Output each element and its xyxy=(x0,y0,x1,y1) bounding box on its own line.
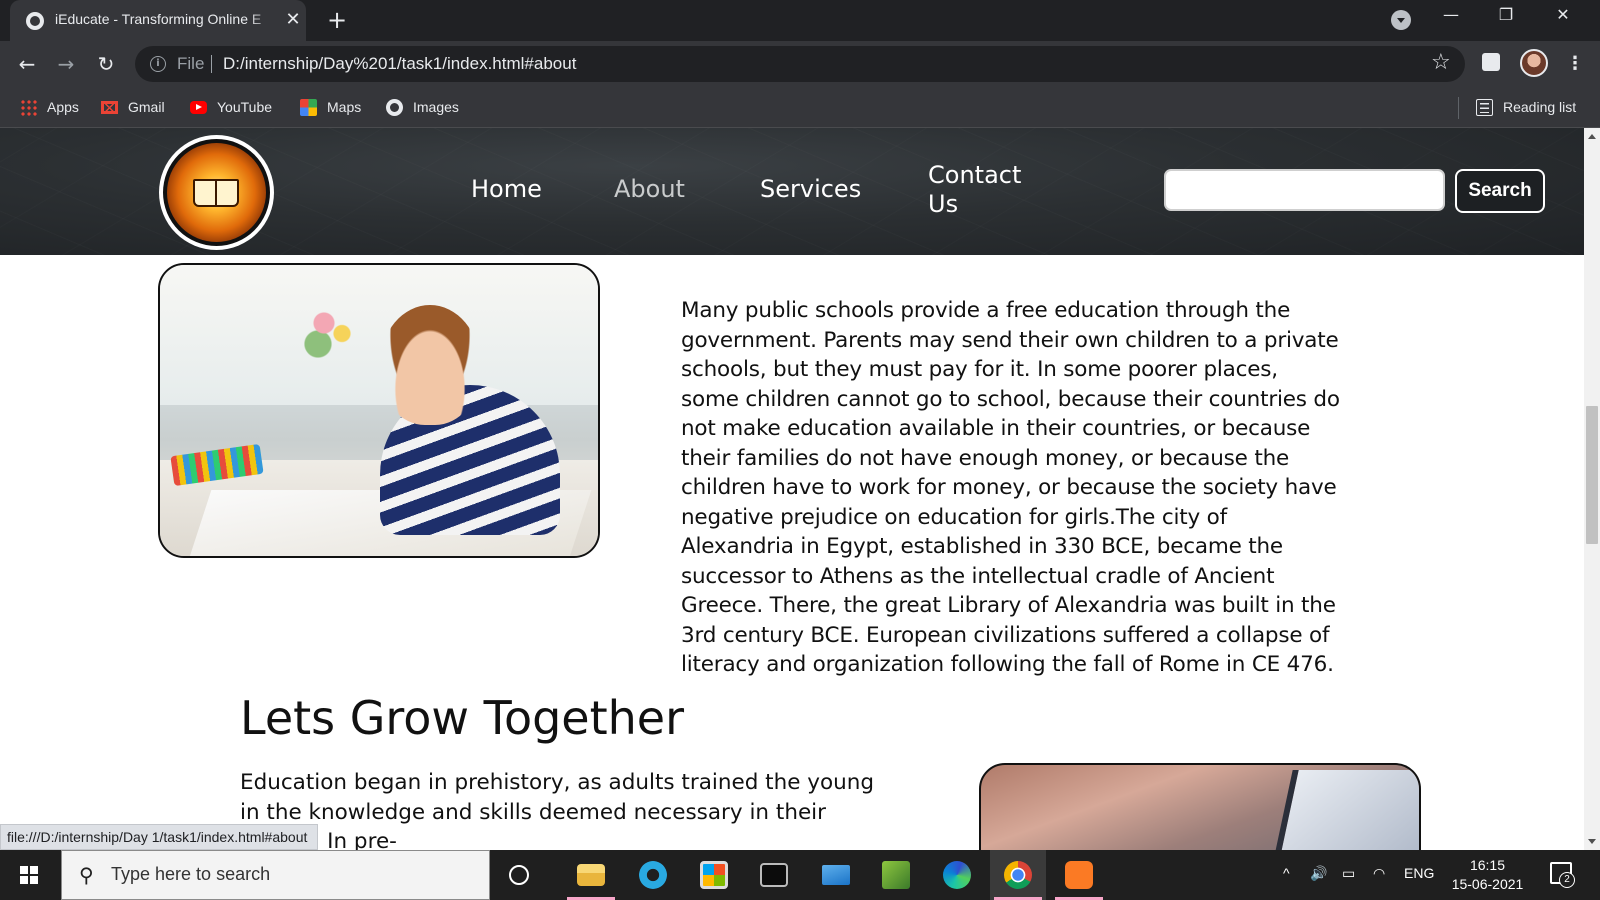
nav-home[interactable]: Home xyxy=(471,175,542,203)
online-learning-image xyxy=(979,763,1421,850)
bookmark-label: Images xyxy=(413,99,459,115)
tray-chevron-icon[interactable]: ^ xyxy=(1283,865,1290,881)
notification-count-badge: 2 xyxy=(1559,872,1575,888)
battery-icon[interactable]: ▭ xyxy=(1342,865,1355,882)
store-bag-icon xyxy=(700,861,728,889)
browser-menu-button[interactable]: ⋮ xyxy=(1565,51,1585,77)
bookmark-label: Apps xyxy=(47,99,79,115)
globe-icon xyxy=(26,12,44,30)
india-paragraph: Many public schools provide a free educa… xyxy=(681,298,1340,677)
bookmarks-bar: Apps Gmail YouTube Maps Images Reading l… xyxy=(0,87,1600,128)
mail-app[interactable] xyxy=(808,850,864,900)
wifi-icon[interactable]: ◠ xyxy=(1373,865,1385,882)
nav-contact[interactable]: Contact Us xyxy=(928,161,1021,219)
tab-search-button[interactable] xyxy=(1391,10,1411,30)
internet-explorer-icon xyxy=(639,861,667,889)
forward-button[interactable]: → xyxy=(52,50,80,78)
terminal-icon xyxy=(760,863,788,887)
tab-close-button[interactable]: ✕ xyxy=(283,9,303,31)
paint-app[interactable] xyxy=(868,850,924,900)
profile-avatar[interactable] xyxy=(1520,49,1548,77)
bookmark-label: YouTube xyxy=(217,99,273,115)
maps-icon xyxy=(300,99,317,116)
minimize-button[interactable]: — xyxy=(1428,5,1474,35)
reading-list-icon xyxy=(1476,99,1493,116)
link-status-bubble: file:///D:/internship/Day 1/task1/index.… xyxy=(0,824,319,850)
scroll-up-arrow[interactable] xyxy=(1588,134,1596,139)
maximize-button[interactable]: ❐ xyxy=(1483,5,1529,35)
xampp-icon xyxy=(1065,861,1093,889)
browser-toolbar: ← → ↻ i File D:/internship/Day%201/task1… xyxy=(0,41,1600,87)
reload-button[interactable]: ↻ xyxy=(92,50,120,78)
site-search-button[interactable]: Search xyxy=(1455,169,1545,213)
scroll-thumb[interactable] xyxy=(1586,406,1598,544)
taskbar-search-placeholder: Type here to search xyxy=(111,864,271,884)
search-icon: ⚲ xyxy=(79,863,94,887)
apps-grid-icon xyxy=(20,99,37,116)
windows-taskbar: ⚲ Type here to search ^ 🔊 ▭ ◠ ENG 16:15 … xyxy=(0,850,1600,900)
reading-list-label: Reading list xyxy=(1503,99,1577,115)
taskbar-search-box[interactable]: ⚲ Type here to search xyxy=(61,850,490,900)
bookmark-label: Maps xyxy=(327,99,362,115)
open-book-icon xyxy=(193,179,239,207)
windows-start-icon[interactable] xyxy=(20,866,38,884)
browser-tab-active[interactable]: iEducate - Transforming Online E ✕ xyxy=(10,0,306,41)
window-close-button[interactable]: ✕ xyxy=(1540,5,1586,35)
nav-about[interactable]: About xyxy=(614,175,685,203)
language-indicator[interactable]: ENG xyxy=(1404,865,1434,881)
edge-icon xyxy=(943,861,971,889)
chrome-app[interactable] xyxy=(990,850,1046,900)
gmail-icon xyxy=(101,101,118,114)
address-bar[interactable]: i File D:/internship/Day%201/task1/index… xyxy=(135,46,1465,82)
taskbar-clock[interactable]: 16:15 15-06-2021 xyxy=(1440,856,1535,894)
youtube-icon xyxy=(190,101,207,114)
folder-icon xyxy=(577,864,605,886)
bookmark-star-icon[interactable]: ☆ xyxy=(1431,50,1451,75)
nav-services[interactable]: Services xyxy=(760,175,861,203)
page-scrollbar[interactable] xyxy=(1584,128,1600,850)
nav-contact-line2: Us xyxy=(928,190,959,218)
info-icon[interactable]: i xyxy=(150,56,166,72)
volume-icon[interactable]: 🔊 xyxy=(1310,865,1327,882)
section-heading-grow: Lets Grow Together xyxy=(240,691,685,745)
internet-explorer-app[interactable] xyxy=(625,850,681,900)
clock-date: 15-06-2021 xyxy=(1451,876,1524,892)
boy-studying-image xyxy=(158,263,600,558)
site-header: Home About Services Contact Us Search xyxy=(0,128,1584,255)
tab-strip: iEducate - Transforming Online E ✕ + — ❐… xyxy=(0,0,1600,41)
bookmarks-divider xyxy=(1458,97,1459,119)
edge-app[interactable] xyxy=(929,850,985,900)
chrome-icon xyxy=(1004,861,1032,889)
site-search-input[interactable] xyxy=(1164,169,1445,211)
back-button[interactable]: ← xyxy=(13,50,41,78)
url-separator xyxy=(211,55,212,73)
mail-envelope-icon xyxy=(822,865,850,885)
bookmark-label: Gmail xyxy=(128,99,165,115)
tab-title: iEducate - Transforming Online E xyxy=(55,11,262,27)
xampp-app[interactable] xyxy=(1051,850,1107,900)
globe-icon xyxy=(386,99,403,116)
clock-time: 16:15 xyxy=(1469,857,1506,873)
new-tab-button[interactable]: + xyxy=(322,5,352,35)
cortana-icon[interactable] xyxy=(509,865,529,885)
site-logo[interactable] xyxy=(159,135,274,250)
grow-paragraph: Education began in prehistory, as adults… xyxy=(240,770,875,850)
scroll-down-arrow[interactable] xyxy=(1588,839,1596,844)
scheme-label: File xyxy=(177,54,205,73)
microsoft-store-app[interactable] xyxy=(686,850,742,900)
url-text[interactable]: D:/internship/Day%201/task1/index.html#a… xyxy=(223,54,576,74)
page-viewport: Home About Services Contact Us Search In… xyxy=(0,128,1584,850)
file-explorer-app[interactable] xyxy=(563,850,619,900)
nav-contact-line1: Contact xyxy=(928,161,1022,189)
extensions-puzzle-icon[interactable] xyxy=(1482,53,1500,71)
paint-palette-icon xyxy=(882,861,910,889)
terminal-app[interactable] xyxy=(746,850,802,900)
